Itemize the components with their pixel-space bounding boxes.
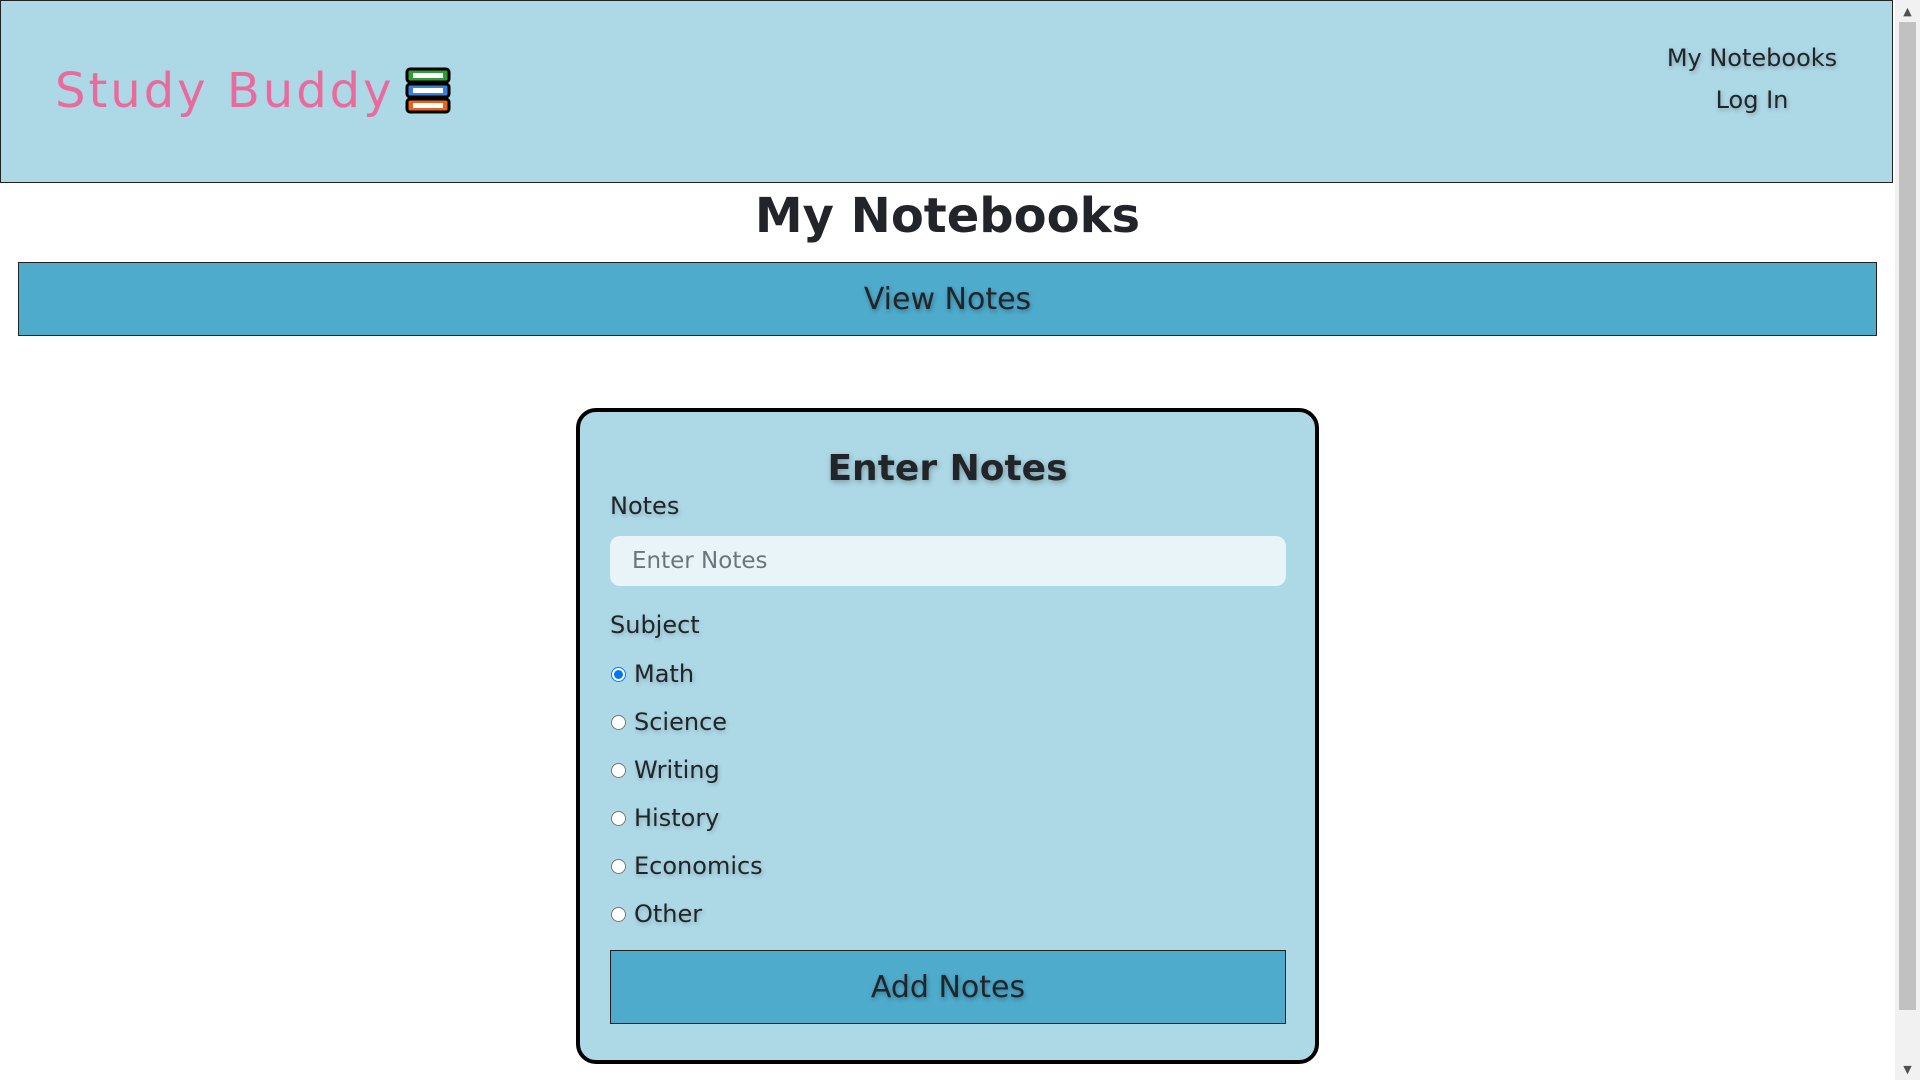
scroll-down-arrow-icon[interactable]: ▼ — [1895, 1058, 1920, 1080]
view-notes-button[interactable]: View Notes — [18, 262, 1877, 336]
subject-label: Subject — [610, 611, 700, 639]
vertical-scrollbar[interactable]: ▲ ▼ — [1895, 0, 1920, 1080]
subject-option-label: Science — [634, 708, 728, 736]
subject-option[interactable]: Other — [610, 900, 702, 928]
enter-notes-form: Enter Notes Notes Subject Math Science Wri… — [576, 408, 1319, 1064]
subject-radio[interactable] — [611, 906, 626, 922]
main-nav: My Notebooks Log In — [1652, 37, 1852, 121]
brand[interactable]: Study Buddy — [55, 63, 453, 119]
subject-option-label: Writing — [634, 756, 720, 784]
subject-option[interactable]: Math — [610, 660, 694, 688]
subject-option[interactable]: Science — [610, 708, 727, 736]
viewport: Study Buddy My Notebooks Log In My Noteb… — [0, 0, 1895, 1080]
scroll-thumb[interactable] — [1899, 22, 1916, 1010]
books-icon — [405, 67, 451, 114]
subject-option[interactable]: History — [610, 804, 719, 832]
nav-my-notebooks[interactable]: My Notebooks — [1667, 37, 1837, 79]
notes-label: Notes — [610, 492, 680, 520]
form-title: Enter Notes — [827, 448, 1068, 489]
subject-option-label: Economics — [634, 852, 763, 880]
subject-option-label: History — [634, 804, 720, 832]
subject-radio[interactable] — [611, 810, 626, 826]
nav-log-in[interactable]: Log In — [1716, 79, 1789, 121]
subject-radio[interactable] — [611, 858, 626, 874]
subject-option[interactable]: Writing — [610, 756, 720, 784]
site-header: Study Buddy My Notebooks Log In — [0, 0, 1893, 183]
subject-radio[interactable] — [611, 666, 626, 682]
subject-radio[interactable] — [611, 714, 626, 730]
subject-option-label: Math — [634, 660, 695, 688]
subject-option-label: Other — [634, 900, 703, 928]
subject-option[interactable]: Economics — [610, 852, 763, 880]
scroll-up-arrow-icon[interactable]: ▲ — [1895, 0, 1920, 22]
add-notes-button[interactable]: Add Notes — [610, 950, 1286, 1024]
subject-radio[interactable] — [611, 762, 626, 778]
brand-name: Study Buddy — [55, 63, 395, 119]
page-title: My Notebooks — [754, 188, 1141, 244]
notes-input[interactable] — [610, 536, 1286, 586]
